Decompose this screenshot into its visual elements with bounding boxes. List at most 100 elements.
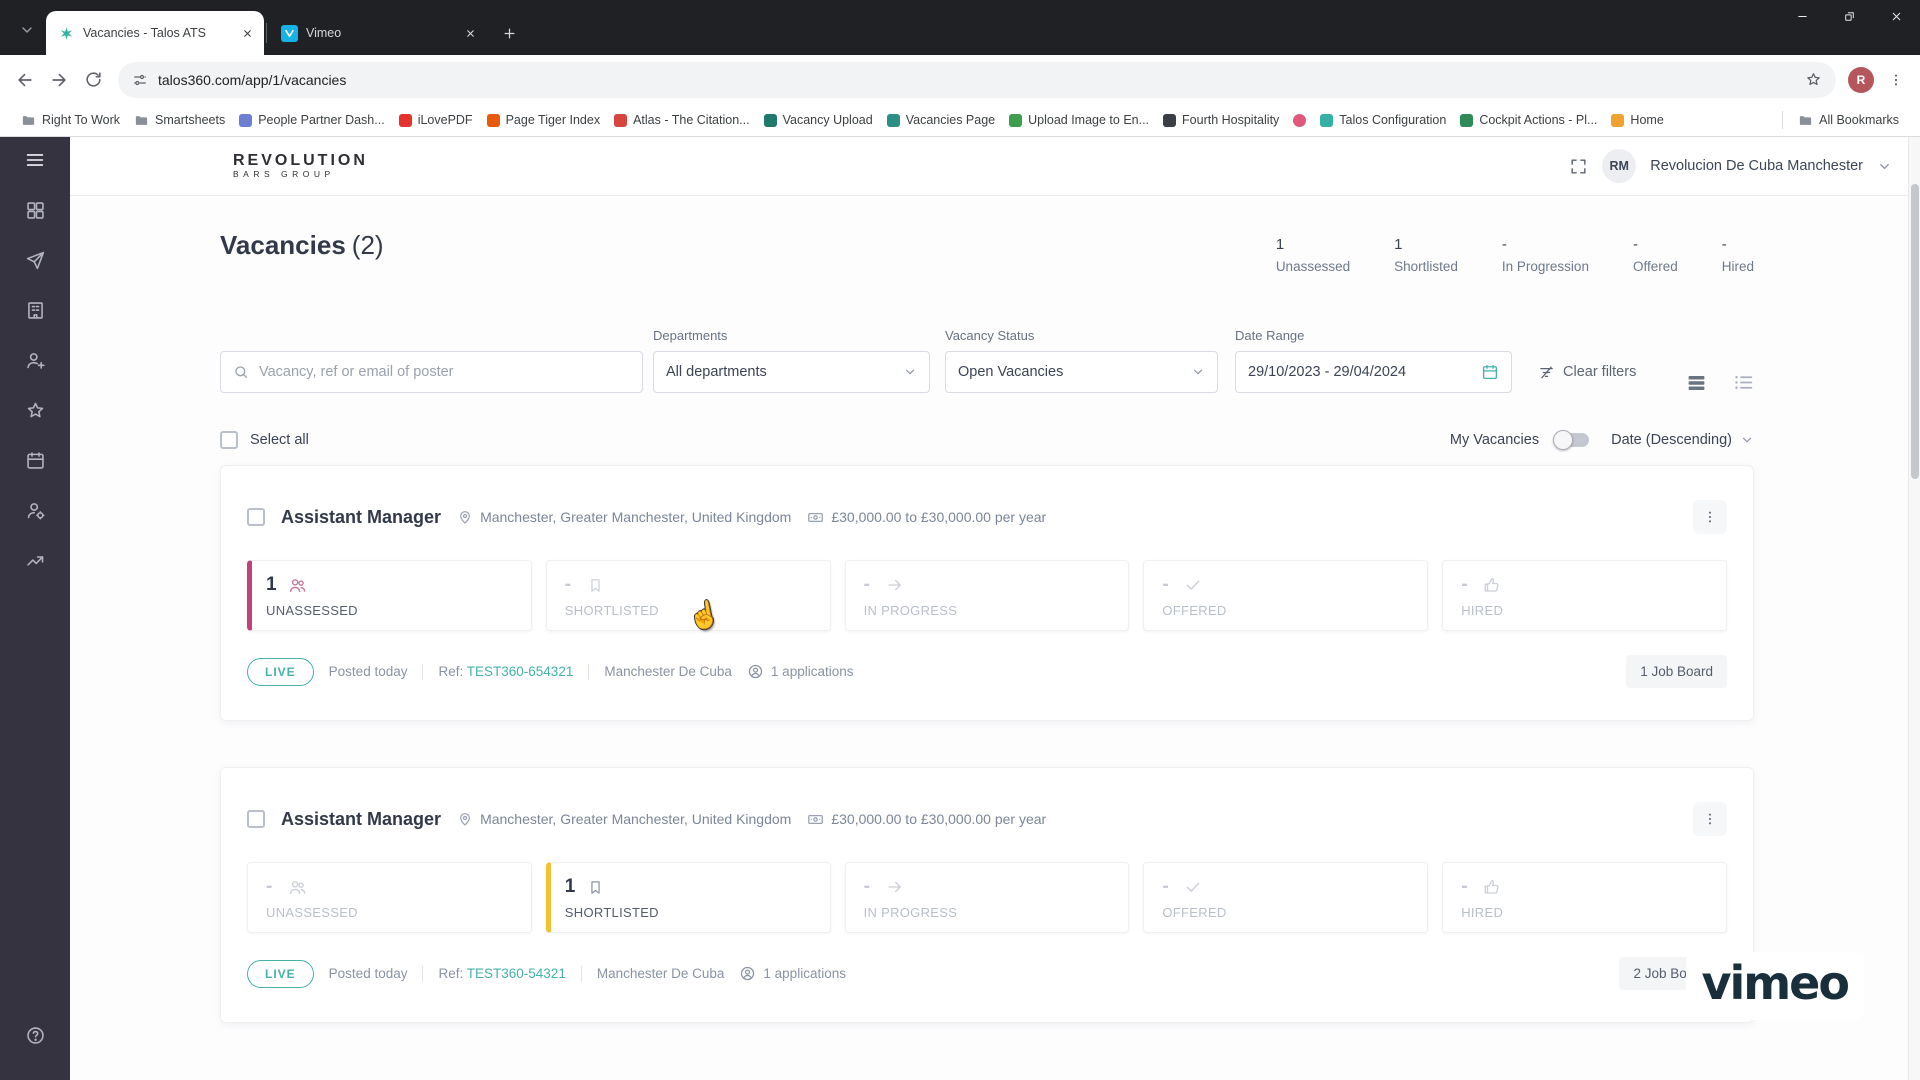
building-icon[interactable] <box>14 289 56 331</box>
vacancy-menu-icon[interactable] <box>1693 500 1727 534</box>
trending-icon[interactable] <box>14 539 56 581</box>
chevron-down-icon <box>903 365 917 379</box>
applications[interactable]: 1 applications <box>739 965 846 982</box>
bookmark-item[interactable]: Cockpit Actions - Pl... <box>1453 110 1604 130</box>
departments-field: Departments All departments <box>653 328 930 393</box>
clear-filters-button[interactable]: Clear filters <box>1528 351 1646 393</box>
divider <box>588 663 590 680</box>
site-info-icon[interactable] <box>132 72 148 88</box>
stage-offered[interactable]: - OFFERED <box>1143 560 1429 631</box>
bookmark-item[interactable] <box>1286 111 1313 130</box>
bookmark-item[interactable]: Atlas - The Citation... <box>607 110 757 130</box>
select-all-checkbox[interactable] <box>220 431 238 449</box>
applications[interactable]: 1 applications <box>747 663 854 680</box>
bookmark-label: iLovePDF <box>417 113 473 127</box>
forward-button[interactable] <box>42 63 76 97</box>
dashboard-icon[interactable] <box>14 189 56 231</box>
calendar-icon[interactable] <box>1481 363 1499 381</box>
vacancy-title[interactable]: Assistant Manager <box>281 507 441 528</box>
vacancy-card-head: Assistant Manager Manchester, Greater Ma… <box>247 500 1727 534</box>
back-button[interactable] <box>8 63 42 97</box>
browser-profile-avatar[interactable]: R <box>1848 66 1874 93</box>
window-restore-button[interactable] <box>1826 0 1873 33</box>
send-icon[interactable] <box>14 239 56 281</box>
chevron-down-icon[interactable] <box>1877 159 1892 174</box>
tab-close-icon[interactable] <box>238 24 256 42</box>
date-range-input[interactable]: 29/10/2023 - 29/04/2024 <box>1235 351 1512 393</box>
page-head: Vacancies (2) 1 Unassessed 1 Shortlisted -I… <box>220 230 1754 274</box>
stage-in-progress[interactable]: - IN PROGRESS <box>844 862 1130 933</box>
stage-unassessed[interactable]: - UNASSESSED <box>247 862 532 933</box>
bookmark-item[interactable]: People Partner Dash... <box>232 110 391 130</box>
window-minimize-button[interactable] <box>1779 0 1826 33</box>
bookmark-item[interactable]: Smartsheets <box>127 110 232 131</box>
table-view-icon[interactable] <box>1686 372 1707 393</box>
page-content: Vacancies (2) 1 Unassessed 1 Shortlisted -I… <box>70 196 1920 1063</box>
help-icon[interactable] <box>14 1014 56 1056</box>
bookmark-item[interactable]: Vacancy Upload <box>757 110 880 130</box>
stage-shortlisted[interactable]: 1 SHORTLISTED <box>545 862 831 933</box>
vacancy-title[interactable]: Assistant Manager <box>281 809 441 830</box>
account-name[interactable]: Revolucion De Cuba Manchester <box>1650 158 1863 174</box>
menu-icon[interactable] <box>14 139 56 181</box>
page-title-text: Vacancies <box>220 230 346 260</box>
person-settings-icon[interactable] <box>14 489 56 531</box>
vacancy-checkbox[interactable] <box>247 508 265 526</box>
sort-dropdown[interactable]: Date (Descending) <box>1611 432 1754 448</box>
bookmark-item[interactable]: Upload Image to En... <box>1002 110 1156 130</box>
banknote-icon <box>807 811 824 828</box>
page-scrollbar[interactable] <box>1908 137 1920 1080</box>
vacancy-checkbox[interactable] <box>247 810 265 828</box>
divider <box>422 663 424 680</box>
star-icon[interactable] <box>14 389 56 431</box>
ref-link[interactable]: TEST360-654321 <box>467 664 574 679</box>
stage-in-progress[interactable]: - IN PROGRESS <box>844 560 1130 631</box>
tab-close-icon[interactable] <box>461 24 479 42</box>
all-bookmarks-button[interactable]: All Bookmarks <box>1791 110 1906 131</box>
bookmark-star-icon[interactable] <box>1805 71 1822 88</box>
browser-tab-talos[interactable]: Vacancies - Talos ATS <box>46 11 264 55</box>
vacancy-card-foot: LIVE Posted today Ref: TEST360-654321 Ma… <box>247 655 1727 688</box>
list-view-icon[interactable] <box>1733 372 1754 393</box>
job-board-pill[interactable]: 1 Job Board <box>1626 655 1727 688</box>
stage-offered[interactable]: - OFFERED <box>1143 862 1429 933</box>
bookmark-item[interactable]: Page Tiger Index <box>480 110 608 130</box>
scrollbar-thumb[interactable] <box>1911 184 1919 479</box>
stage-unassessed[interactable]: 1 UNASSESSED <box>247 560 532 631</box>
list-toolbar: Select all My Vacancies Date (Descending… <box>220 430 1754 450</box>
vacancy-status-select[interactable]: Open Vacancies <box>945 351 1218 393</box>
window-close-button[interactable] <box>1873 0 1920 33</box>
vimeo-watermark: vimeo <box>1685 952 1864 1020</box>
new-tab-button[interactable] <box>495 19 523 47</box>
applications-text: 1 applications <box>770 664 854 679</box>
stage-hired[interactable]: - HIRED <box>1442 560 1727 631</box>
address-bar[interactable]: talos360.com/app/1/vacancies <box>118 61 1836 98</box>
vacancy-search[interactable] <box>220 351 643 393</box>
bookmark-item[interactable]: Home <box>1604 110 1670 130</box>
bookmark-item[interactable]: Talos Configuration <box>1313 110 1453 130</box>
posted-text: Posted today <box>328 966 408 981</box>
browser-menu-icon[interactable] <box>1882 66 1910 94</box>
banknote-icon <box>807 509 824 526</box>
bookmarks-bar: Right To Work Smartsheets People Partner… <box>0 104 1920 137</box>
browser-tab-vimeo[interactable]: Vimeo <box>269 11 487 55</box>
my-vacancies-toggle[interactable] <box>1553 430 1590 450</box>
bookmark-item[interactable]: Vacancies Page <box>880 110 1002 130</box>
bookmark-item[interactable]: iLovePDF <box>392 110 480 130</box>
search-input[interactable] <box>259 364 630 380</box>
departments-select[interactable]: All departments <box>653 351 930 393</box>
bookmark-item[interactable]: Fourth Hospitality <box>1156 110 1286 130</box>
reload-button[interactable] <box>76 63 110 97</box>
fullscreen-icon[interactable] <box>1569 157 1588 176</box>
stage-hired[interactable]: - HIRED <box>1442 862 1727 933</box>
ref-link[interactable]: TEST360-54321 <box>467 966 566 981</box>
tab-search-button[interactable] <box>12 15 42 45</box>
chevron-down-icon <box>22 27 32 33</box>
bookmark-item[interactable]: Right To Work <box>14 110 127 131</box>
bookmark-icon <box>587 577 604 594</box>
calendar-icon[interactable] <box>14 439 56 481</box>
vacancy-menu-icon[interactable] <box>1693 802 1727 836</box>
my-vacancies-label: My Vacancies <box>1449 432 1540 448</box>
account-avatar[interactable]: RM <box>1602 149 1637 183</box>
person-add-icon[interactable] <box>14 339 56 381</box>
